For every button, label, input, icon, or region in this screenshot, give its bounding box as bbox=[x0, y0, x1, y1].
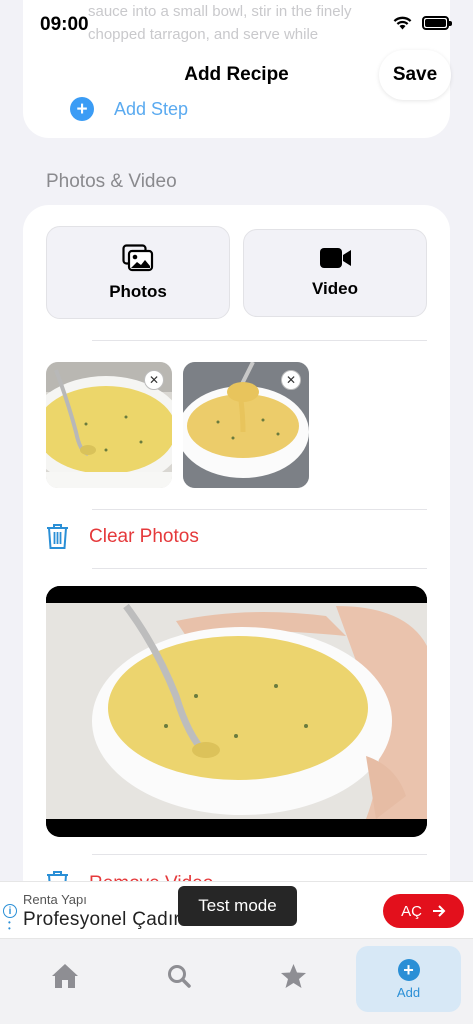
video-button[interactable]: Video bbox=[243, 229, 427, 317]
magnifier-icon bbox=[167, 965, 191, 988]
add-step-button[interactable]: + Add Step bbox=[70, 97, 188, 121]
ad-headline: Profesyonel Çadır bbox=[23, 909, 181, 930]
section-header-photos-video: Photos & Video bbox=[46, 171, 177, 192]
divider bbox=[92, 568, 427, 569]
status-icons bbox=[393, 16, 452, 30]
tab-search[interactable] bbox=[126, 943, 231, 1009]
star-icon bbox=[281, 964, 306, 988]
tab-add[interactable]: + Add bbox=[356, 946, 461, 1012]
remove-photo-button[interactable]: ✕ bbox=[144, 370, 164, 390]
add-step-label: Add Step bbox=[114, 98, 189, 119]
status-bar: 09:00 bbox=[0, 0, 473, 52]
ad-info-icon[interactable]: i bbox=[3, 904, 17, 918]
video-button-label: Video bbox=[312, 279, 358, 298]
tab-bar: + Add bbox=[0, 939, 473, 1024]
ad-open-label: AÇ bbox=[401, 902, 422, 920]
house-icon bbox=[51, 964, 78, 988]
photos-button[interactable]: Photos bbox=[46, 226, 230, 319]
divider bbox=[92, 509, 427, 510]
photo-library-icon bbox=[122, 243, 154, 271]
battery-icon bbox=[422, 16, 452, 30]
remove-photo-button[interactable]: ✕ bbox=[281, 370, 301, 390]
photo-thumbnail[interactable]: ✕ bbox=[183, 362, 309, 488]
save-button[interactable]: Save bbox=[379, 50, 451, 100]
media-card: Photos Video ✕ ✕ Clear Photos bbox=[23, 205, 450, 905]
divider bbox=[92, 340, 427, 341]
plus-circle-icon: + bbox=[397, 958, 420, 981]
photo-thumbnail[interactable]: ✕ bbox=[46, 362, 172, 488]
clear-photos-button[interactable]: Clear Photos bbox=[46, 523, 199, 550]
ad-open-button[interactable]: AÇ bbox=[383, 894, 464, 928]
ad-advertiser: Renta Yapı bbox=[23, 892, 87, 907]
arrow-right-icon bbox=[432, 905, 446, 917]
photos-button-label: Photos bbox=[109, 281, 167, 301]
trash-icon bbox=[47, 524, 68, 549]
soup-video-frame bbox=[46, 586, 427, 837]
tab-favorites[interactable] bbox=[241, 943, 346, 1009]
divider bbox=[92, 854, 427, 855]
test-mode-toast: Test mode bbox=[178, 886, 297, 926]
tab-home[interactable] bbox=[12, 943, 117, 1009]
wifi-icon bbox=[393, 16, 412, 30]
status-time: 09:00 bbox=[40, 14, 89, 35]
video-preview[interactable] bbox=[46, 586, 427, 837]
video-camera-icon bbox=[319, 248, 351, 268]
clear-photos-label: Clear Photos bbox=[89, 525, 199, 547]
tab-add-label: Add bbox=[396, 984, 421, 1000]
ad-options-icon: • • bbox=[8, 918, 11, 933]
plus-circle-icon: + bbox=[70, 97, 94, 121]
